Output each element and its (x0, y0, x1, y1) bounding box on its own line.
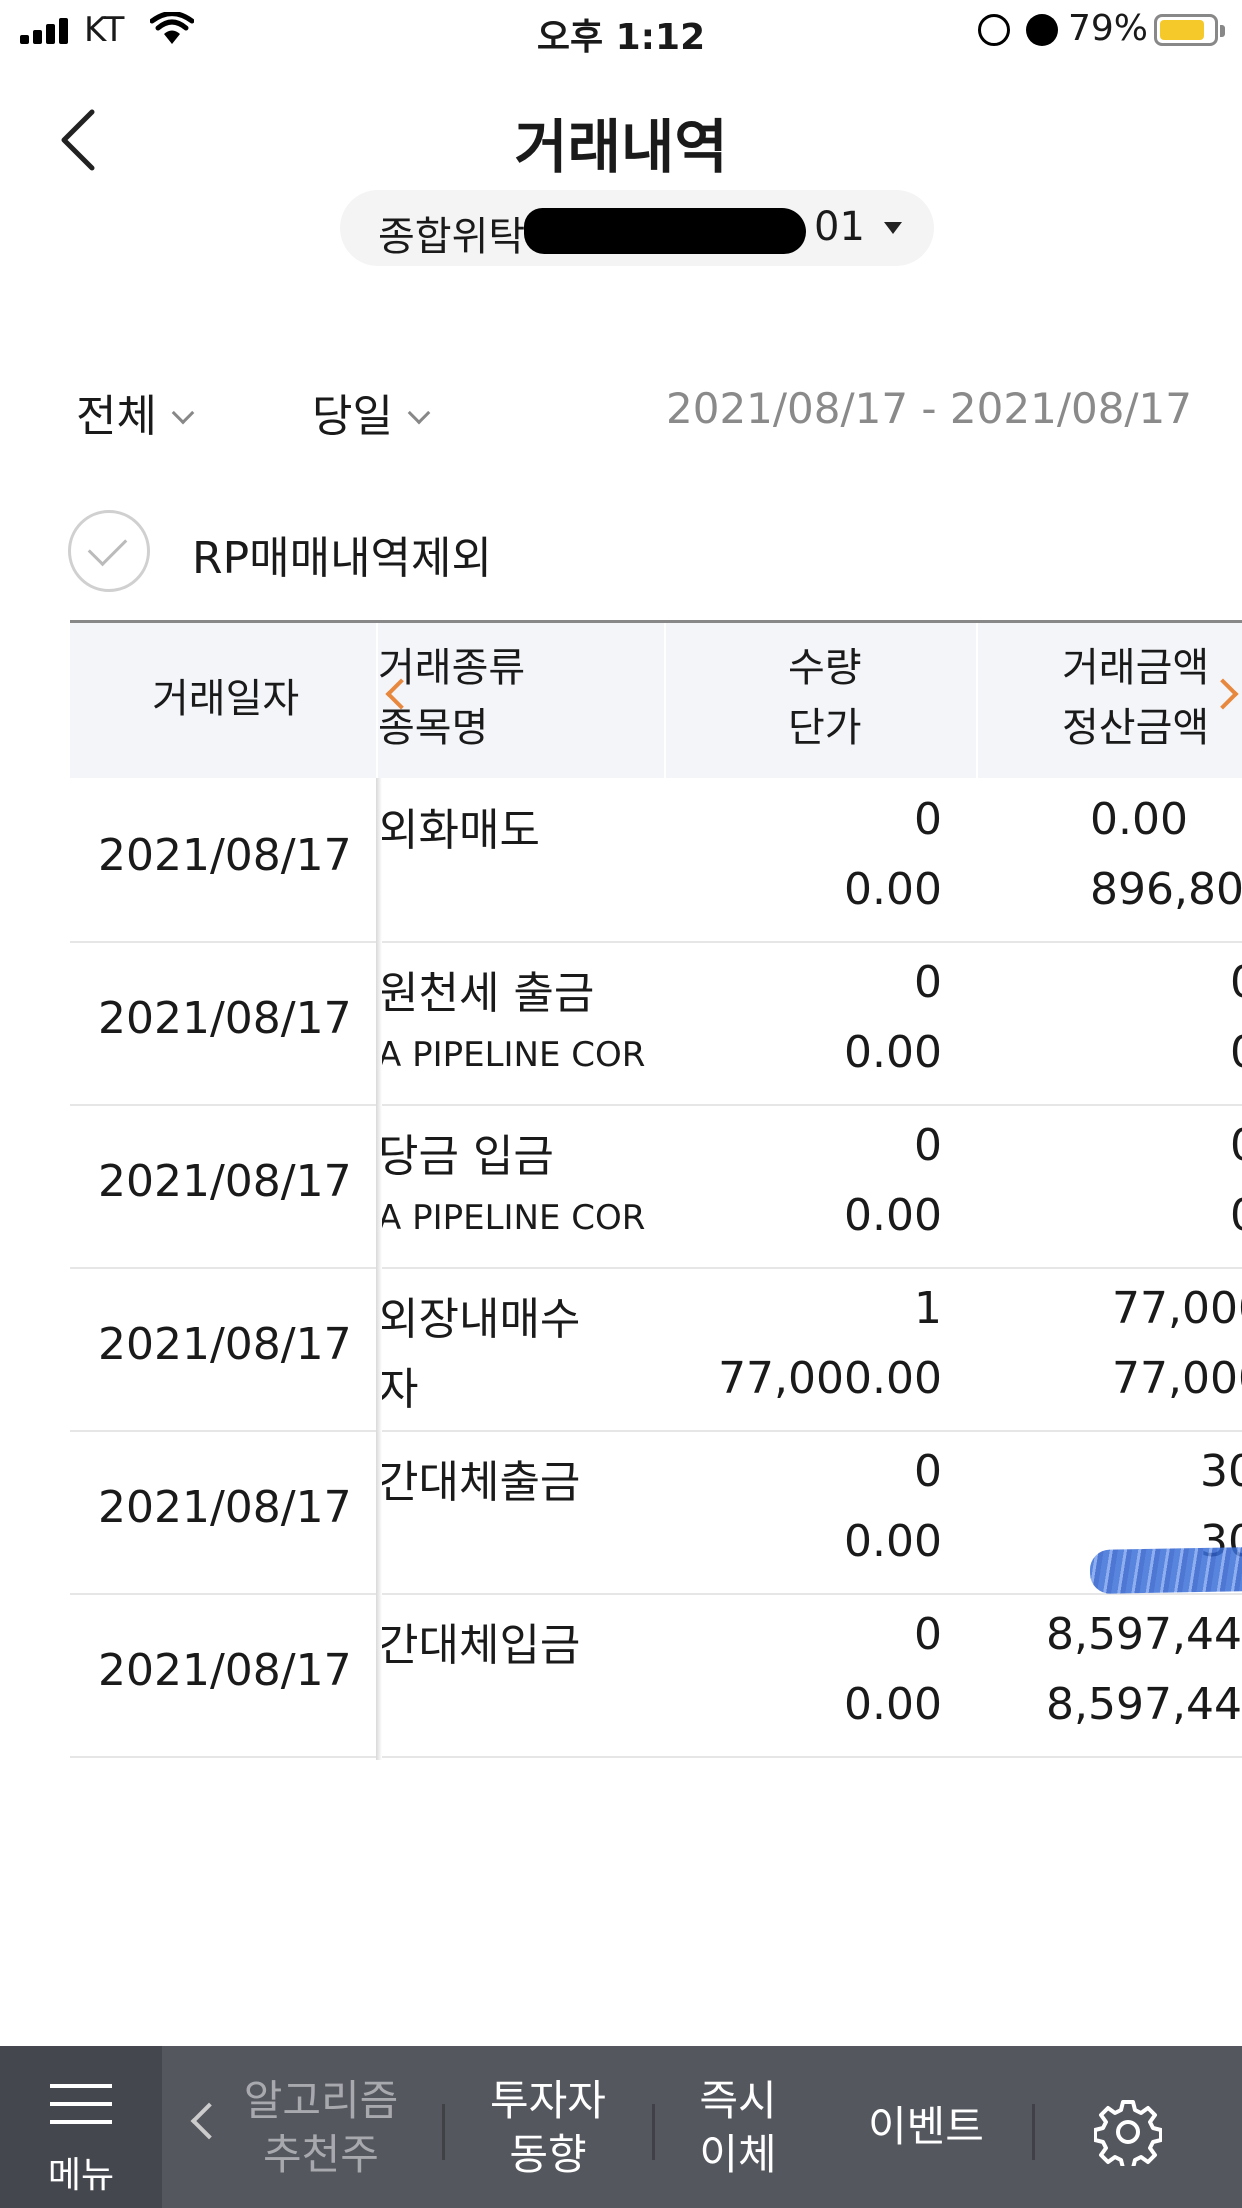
chevron-down-icon (171, 401, 195, 425)
row-date: 2021/08/17 (98, 1645, 352, 1696)
row-name: A PIPELINE COR (378, 1035, 646, 1075)
table-row[interactable]: 2021/08/17 외장내매수 자 1 77,000.00 77,000 77… (70, 1269, 1242, 1432)
status-bar: KT 오후 1:12 79% (0, 0, 1242, 60)
table-row[interactable]: 2021/08/17 당금 입금 A PIPELINE COR 0 0.00 0… (70, 1106, 1242, 1269)
account-number-suffix: 01 (814, 204, 865, 250)
bottom-navigation: 메뉴 알고리즘 추천주 투자자 동향 즉시 이체 이벤트 (0, 2046, 1242, 2208)
row-type: 당금 입금 (378, 1131, 554, 1182)
account-selector[interactable]: 종합위탁 01 (340, 190, 934, 266)
row-amount: 0 (1230, 957, 1242, 1008)
nav-separator (442, 2104, 445, 2160)
table-row[interactable]: 2021/08/17 원천세 출금 A PIPELINE COR 0 0.00 … (70, 943, 1242, 1106)
row-date: 2021/08/17 (98, 830, 352, 881)
nav-item-line: 이벤트 (868, 2102, 984, 2151)
row-type: 간대체출금 (378, 1457, 581, 1508)
nav-item-investor-trend[interactable]: 투자자 동향 (468, 2074, 628, 2182)
row-settle: 0 (1230, 1190, 1242, 1241)
row-settle: 8,597,440 (1046, 1679, 1242, 1730)
row-date: 2021/08/17 (98, 1482, 352, 1533)
row-price: 0.00 (844, 1679, 942, 1730)
row-price: 0.00 (844, 1190, 942, 1241)
redaction-mark (1089, 1546, 1242, 1594)
header-date: 거래일자 (152, 676, 300, 722)
alarm-icon (1026, 14, 1058, 46)
row-type: 외장내매수 (378, 1294, 581, 1345)
row-name: A PIPELINE COR (378, 1198, 646, 1238)
row-amount: 0 (1230, 1120, 1242, 1171)
nav-item-line: 동향 (509, 2130, 587, 2179)
header-separator (976, 623, 978, 778)
rp-exclude-label[interactable]: RP매매내역제외 (192, 522, 492, 586)
header-separator (664, 623, 666, 778)
nav-item-line: 알고리즘 (243, 2076, 399, 2125)
row-type: 원천세 출금 (378, 968, 595, 1019)
row-type: 외화매도 (378, 805, 540, 856)
nav-item-algorithm[interactable]: 알고리즘 추천주 (236, 2074, 406, 2182)
nav-item-event[interactable]: 이벤트 (848, 2100, 1004, 2154)
row-qty: 0 (914, 1609, 942, 1660)
nav-item-line: 즉시 (699, 2076, 777, 2125)
row-qty: 1 (914, 1283, 942, 1334)
row-date: 2021/08/17 (98, 993, 352, 1044)
frozen-column-divider (376, 778, 382, 1760)
nav-item-line: 투자자 (490, 2076, 606, 2125)
table-row[interactable]: 2021/08/17 간대체출금 0 0.00 30 30 (70, 1432, 1242, 1595)
period-filter-label: 당일 (312, 391, 393, 442)
rotation-lock-icon (978, 14, 1010, 46)
row-type: 간대체입금 (378, 1620, 581, 1671)
row-date: 2021/08/17 (98, 1156, 352, 1207)
row-settle: 77,000 (1112, 1353, 1242, 1404)
table-header: 거래일자 거래종류 종목명 수량 단가 거래금액 정산금액 (70, 623, 1242, 778)
rp-exclude-checkbox[interactable] (68, 510, 150, 592)
table-row[interactable]: 2021/08/17 간대체입금 0 0.00 8,597,440 8,597,… (70, 1595, 1242, 1758)
redaction-mark (524, 208, 806, 254)
header-separator (376, 623, 378, 778)
transaction-table[interactable]: 거래일자 거래종류 종목명 수량 단가 거래금액 정산금액 2021/08/17… (70, 620, 1242, 1760)
row-price: 0.00 (844, 864, 942, 915)
header-name: 종목명 (378, 705, 489, 751)
row-amount: 0.00 (1090, 794, 1188, 845)
row-date: 2021/08/17 (98, 1319, 352, 1370)
nav-separator (1032, 2104, 1035, 2160)
page-title: 거래내역 (514, 113, 728, 181)
row-price: 0.00 (844, 1027, 942, 1078)
row-qty: 0 (914, 794, 942, 845)
header-price: 단가 (788, 705, 862, 751)
table-row[interactable]: 2021/08/17 외화매도 0 0.00 0.00 896,807 (70, 780, 1242, 943)
scroll-right-arrow-icon[interactable] (1207, 678, 1239, 710)
type-filter-label: 전체 (76, 391, 157, 442)
row-qty: 0 (914, 957, 942, 1008)
row-amount: 8,597,440 (1046, 1609, 1242, 1660)
header-amount: 거래금액 (1062, 645, 1210, 691)
header-settle: 정산금액 (1062, 705, 1210, 751)
dropdown-caret-icon (884, 222, 902, 234)
nav-item-line: 이체 (699, 2130, 777, 2179)
hamburger-icon (50, 2084, 112, 2124)
battery-percent: 79% (1068, 8, 1149, 49)
row-qty: 0 (914, 1446, 942, 1497)
period-filter-dropdown[interactable]: 당일 (312, 380, 431, 444)
nav-separator (652, 2104, 655, 2160)
type-filter-dropdown[interactable]: 전체 (76, 380, 195, 444)
date-range[interactable]: 2021/08/17 - 2021/08/17 (666, 384, 1192, 433)
chevron-down-icon (407, 401, 431, 425)
row-name: 자 (378, 1364, 419, 1415)
row-settle: 896,807 (1090, 864, 1242, 915)
nav-item-instant-transfer[interactable]: 즉시 이체 (676, 2074, 800, 2182)
menu-button[interactable]: 메뉴 (0, 2046, 162, 2208)
row-settle: 0 (1230, 1027, 1242, 1078)
chevron-left-icon[interactable] (190, 2102, 228, 2140)
row-amount: 77,000 (1112, 1283, 1242, 1334)
row-price: 0.00 (844, 1516, 942, 1567)
row-price: 77,000.00 (718, 1353, 942, 1404)
account-type-label: 종합위탁 (378, 214, 526, 260)
gear-icon[interactable] (1094, 2098, 1162, 2166)
nav-item-line: 추천주 (263, 2130, 379, 2179)
menu-label: 메뉴 (47, 2155, 115, 2196)
row-amount: 30 (1200, 1446, 1242, 1497)
battery-icon (1154, 14, 1225, 46)
row-qty: 0 (914, 1120, 942, 1171)
header-qty: 수량 (788, 645, 862, 691)
